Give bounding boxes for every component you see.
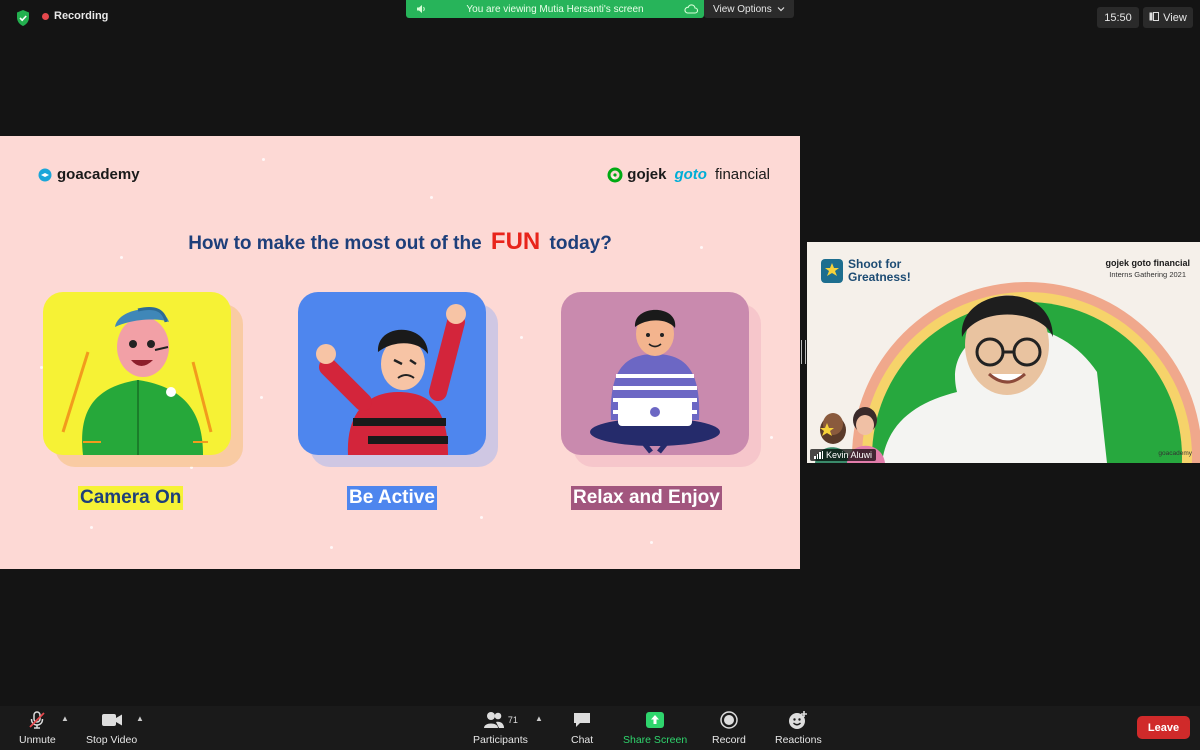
view-layout-icon	[1149, 11, 1160, 24]
slide-heading: How to make the most out of the FUN toda…	[0, 228, 800, 256]
reactions-smiley-icon	[787, 710, 809, 730]
meeting-top-bar: Recording You are viewing Mutia Hersanti…	[0, 0, 1200, 36]
card-relax-and-enjoy	[561, 292, 761, 467]
background-brand: gojek goto financial	[1105, 258, 1190, 268]
goacademy-logo-icon	[38, 168, 52, 181]
record-button[interactable]: Record	[712, 710, 746, 746]
label-be-active: Be Active	[347, 486, 437, 510]
gojek-logo-icon	[607, 167, 623, 182]
reactions-button[interactable]: Reactions	[775, 710, 822, 746]
partner-logos: gojek goto financial	[607, 166, 770, 183]
view-label: View	[1163, 11, 1187, 24]
chevron-down-icon	[777, 4, 785, 15]
view-options-dropdown[interactable]: View Options	[704, 0, 794, 18]
card-camera-on	[43, 292, 243, 467]
participants-label: Participants	[473, 734, 528, 746]
camera-on-illustration	[43, 292, 231, 455]
video-options-caret-icon[interactable]: ▲	[136, 714, 144, 723]
audio-options-caret-icon[interactable]: ▲	[61, 714, 69, 723]
relax-and-enjoy-illustration	[561, 292, 749, 455]
connection-signal-icon	[814, 451, 823, 459]
participants-button[interactable]: 71 Participants	[473, 710, 528, 746]
panel-resize-handle[interactable]	[801, 340, 806, 364]
background-title-line2: Greatness!	[848, 270, 911, 284]
reactions-label: Reactions	[775, 734, 822, 746]
leave-button[interactable]: Leave	[1137, 716, 1190, 739]
shared-screen-slide: goacademy gojek goto financial How to ma…	[0, 136, 800, 569]
record-icon	[719, 710, 739, 730]
recording-label: Recording	[54, 10, 109, 22]
speaker-name-tag: Kevin Aluwi	[810, 449, 877, 461]
participants-options-caret-icon[interactable]: ▲	[535, 714, 543, 723]
unmute-label: Unmute	[19, 734, 56, 746]
financial-logo-text: financial	[714, 166, 770, 183]
cloud-icon	[684, 3, 699, 18]
view-button[interactable]: View	[1143, 7, 1193, 28]
card-be-active	[298, 292, 498, 467]
share-screen-icon	[645, 710, 665, 730]
background-title: Shoot for Greatness!	[848, 258, 911, 284]
recording-indicator[interactable]: Recording	[42, 10, 108, 22]
share-screen-button[interactable]: Share Screen	[623, 710, 687, 746]
participants-icon: 71	[483, 710, 518, 730]
muted-microphone-icon	[27, 710, 47, 730]
unmute-button[interactable]: Unmute	[19, 710, 56, 746]
background-watermark: goacademy	[1158, 450, 1192, 457]
stop-video-button[interactable]: Stop Video	[86, 710, 137, 746]
record-label: Record	[712, 734, 746, 746]
speaker-video-tile[interactable]: Shoot for Greatness! gojek goto financia…	[807, 242, 1200, 463]
stop-video-label: Stop Video	[86, 734, 138, 746]
be-active-illustration	[298, 292, 486, 455]
heading-emphasis: FUN	[490, 228, 541, 255]
goto-logo-text: goto	[674, 166, 707, 183]
chat-button[interactable]: Chat	[571, 710, 593, 746]
label-camera-on: Camera On	[78, 486, 184, 510]
meeting-clock: 15:50	[1097, 7, 1139, 28]
meeting-toolbar: Unmute ▲ Stop Video ▲ 71 Participants ▲ …	[0, 706, 1200, 750]
chat-label: Chat	[571, 734, 594, 746]
chat-bubble-icon	[572, 710, 592, 730]
label-relax-and-enjoy: Relax and Enjoy	[571, 486, 722, 510]
heading-text-after: today?	[549, 233, 612, 254]
background-event: Interns Gathering 2021	[1109, 270, 1186, 279]
speaker-icon[interactable]	[415, 3, 427, 18]
gojek-logo-text: gojek	[627, 166, 667, 183]
goacademy-logo: goacademy	[38, 166, 140, 183]
video-camera-icon	[101, 710, 123, 730]
security-shield-icon[interactable]	[13, 8, 33, 28]
viewing-banner-text: You are viewing Mutia Hersanti's screen	[466, 3, 644, 15]
goacademy-logo-text: goacademy	[57, 166, 140, 183]
speaker-name: Kevin Aluwi	[826, 450, 873, 460]
share-screen-label: Share Screen	[623, 734, 688, 746]
viewing-screen-banner: You are viewing Mutia Hersanti's screen	[406, 0, 704, 18]
recording-dot-icon	[42, 12, 49, 20]
heading-text-before: How to make the most out of the	[188, 233, 482, 254]
participants-count: 71	[507, 715, 518, 725]
view-options-label: View Options	[713, 3, 772, 15]
gojek-logo: gojek	[607, 166, 666, 183]
